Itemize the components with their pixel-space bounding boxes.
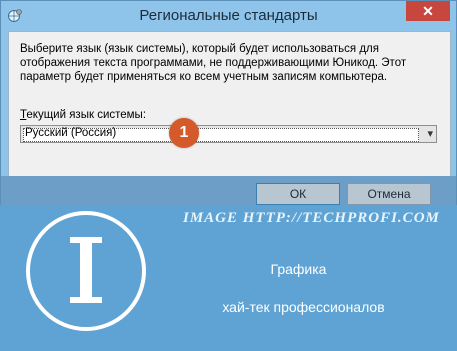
dialog-window: Региональные стандарты ✕ Выберите язык (… <box>0 0 457 220</box>
label-text: екущий язык системы: <box>26 109 147 121</box>
dialog-content: Выберите язык (язык системы), который бу… <box>8 31 451 178</box>
watermark-line-1: Графика <box>270 261 327 277</box>
title-bar[interactable]: Региональные стандарты ✕ <box>1 1 456 31</box>
window-title: Региональные стандарты <box>139 7 318 24</box>
close-button[interactable]: ✕ <box>406 1 450 21</box>
ok-button[interactable]: ОК <box>256 183 340 205</box>
watermark-line-2: хай-тек профессионалов <box>222 299 385 315</box>
watermark-banner: IMAGE HTTP://TECHPROFI.COM Графика хай-т… <box>0 205 457 351</box>
system-language-select[interactable]: Русский (Россия) ▾ <box>20 125 437 143</box>
system-language-label: Текущий язык системы: <box>20 109 146 121</box>
cancel-button[interactable]: Отмена <box>347 183 431 205</box>
step-badge: 1 <box>169 118 199 148</box>
watermark-url: IMAGE HTTP://TECHPROFI.COM <box>183 210 440 226</box>
chevron-down-icon[interactable]: ▾ <box>427 127 433 140</box>
selected-language: Русский (Россия) <box>25 127 117 139</box>
description-text: Выберите язык (язык системы), который бу… <box>20 43 407 83</box>
